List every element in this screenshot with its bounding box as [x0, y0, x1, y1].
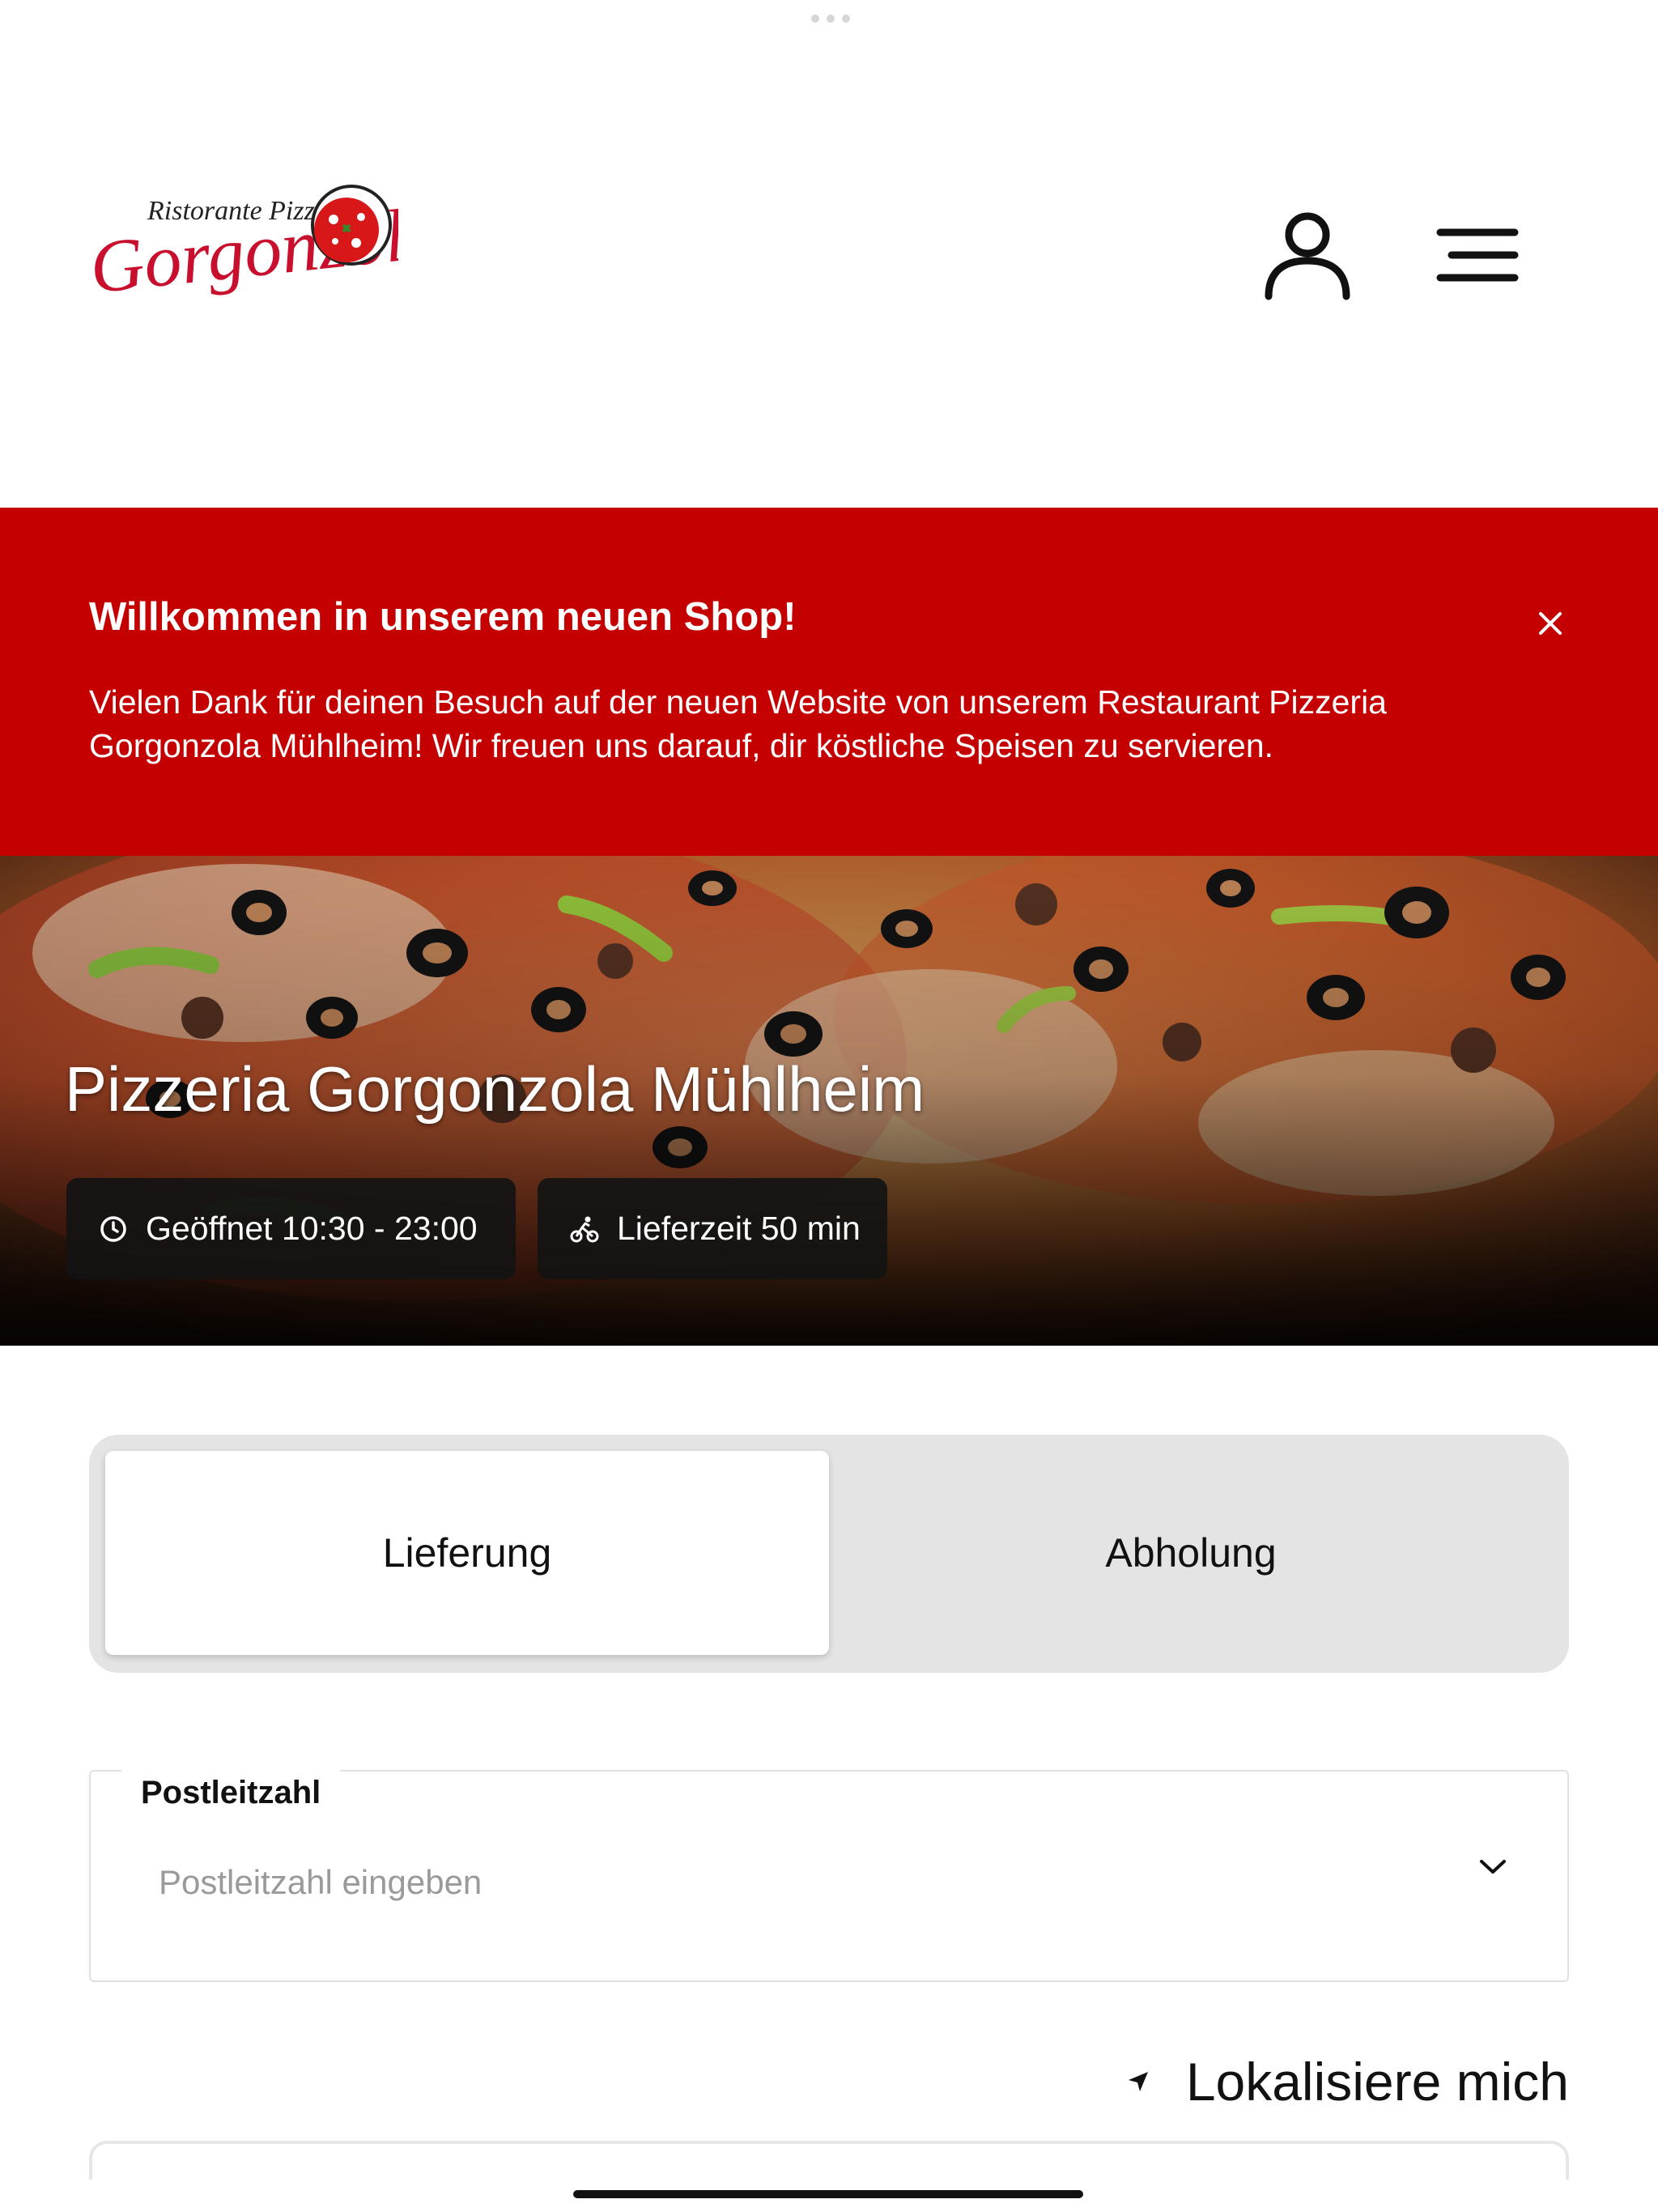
locate-me-button[interactable]: Lokalisiere mich: [1109, 2045, 1569, 2118]
hamburger-menu-icon: [1436, 228, 1519, 282]
home-indicator[interactable]: [573, 2190, 1083, 2198]
clock-icon: [100, 1215, 126, 1242]
location-arrow-icon: [1128, 2072, 1148, 2091]
cyclist-icon: [570, 1216, 599, 1242]
order-mode-toggle: Lieferung Abholung: [89, 1435, 1569, 1673]
pickup-option[interactable]: Abholung: [829, 1451, 1553, 1655]
main-menu-button[interactable]: [1425, 202, 1530, 308]
opening-hours-badge: Geöffnet 10:30 - 23:00: [66, 1178, 516, 1279]
postcode-input[interactable]: [159, 1854, 1373, 1911]
welcome-banner-title: Willkommen in unserem neuen Shop!: [89, 595, 797, 639]
delivery-time-badge: Lieferzeit 50 min: [538, 1178, 887, 1279]
close-icon: [1539, 612, 1562, 635]
welcome-banner-text: Vielen Dank für deinen Besuch auf der ne…: [89, 683, 1387, 764]
banner-close-button[interactable]: [1522, 595, 1579, 652]
restaurant-name: Pizzeria Gorgonzola Mühlheim: [65, 1053, 925, 1125]
locate-me-label: Lokalisiere mich: [1185, 2052, 1569, 2112]
page: Ristorante Pizzeria Gorgonzola Willkomme…: [0, 0, 1658, 2212]
delivery-option[interactable]: Lieferung: [105, 1451, 829, 1655]
restaurant-logo[interactable]: Ristorante Pizzeria Gorgonzola: [91, 183, 398, 321]
user-icon: [1265, 212, 1350, 300]
chevron-down-icon: [1480, 1860, 1506, 1874]
postcode-label: Postleitzahl: [121, 1770, 341, 1815]
opening-hours-text: Geöffnet 10:30 - 23:00: [146, 1210, 478, 1247]
account-button[interactable]: [1255, 202, 1360, 308]
site-header: Ristorante Pizzeria Gorgonzola: [0, 0, 1658, 508]
postcode-dropdown-button[interactable]: [1472, 1846, 1514, 1888]
delivery-time-text: Lieferzeit 50 min: [617, 1210, 861, 1247]
